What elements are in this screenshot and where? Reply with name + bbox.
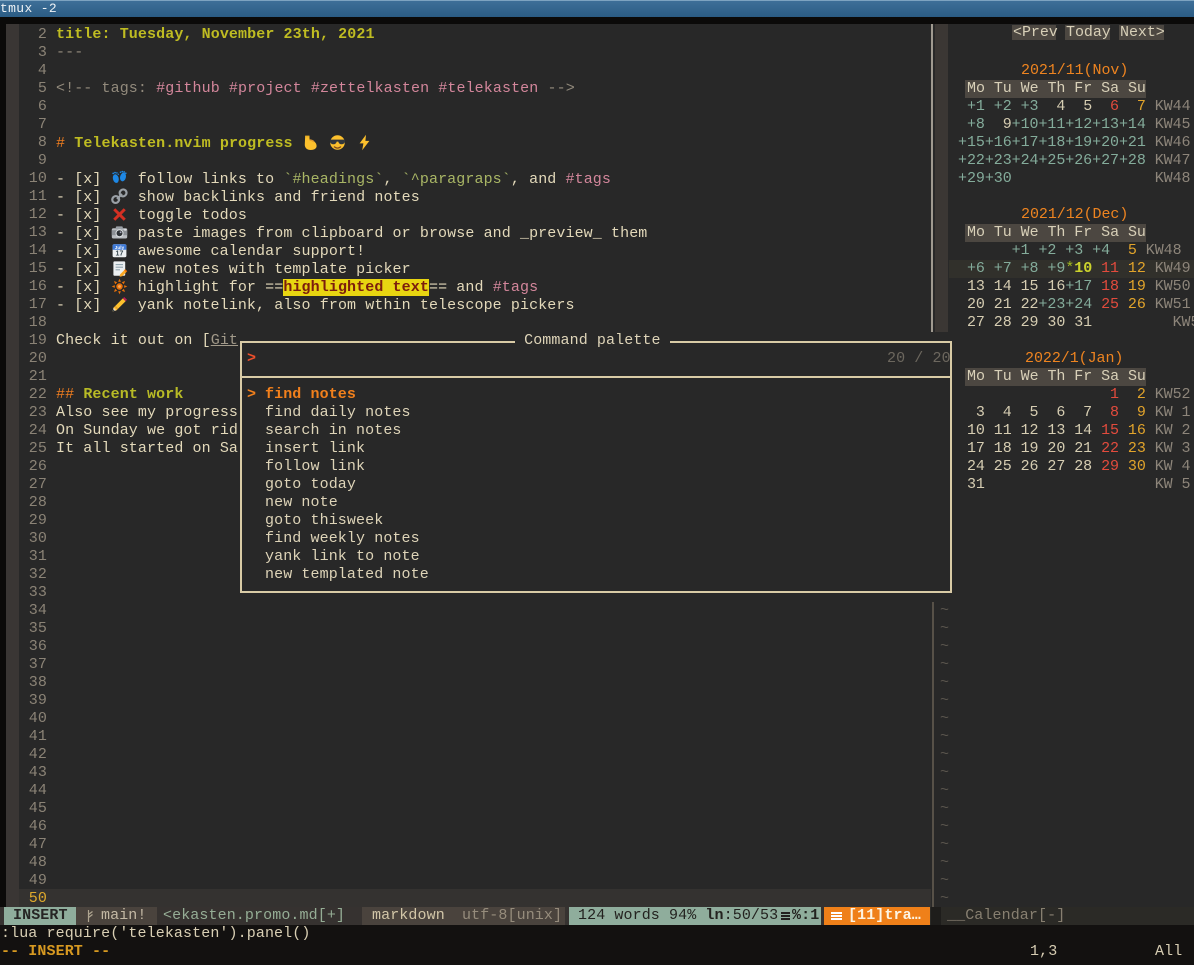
svg-text:July: July [114, 245, 124, 250]
svg-text:17: 17 [115, 251, 123, 258]
